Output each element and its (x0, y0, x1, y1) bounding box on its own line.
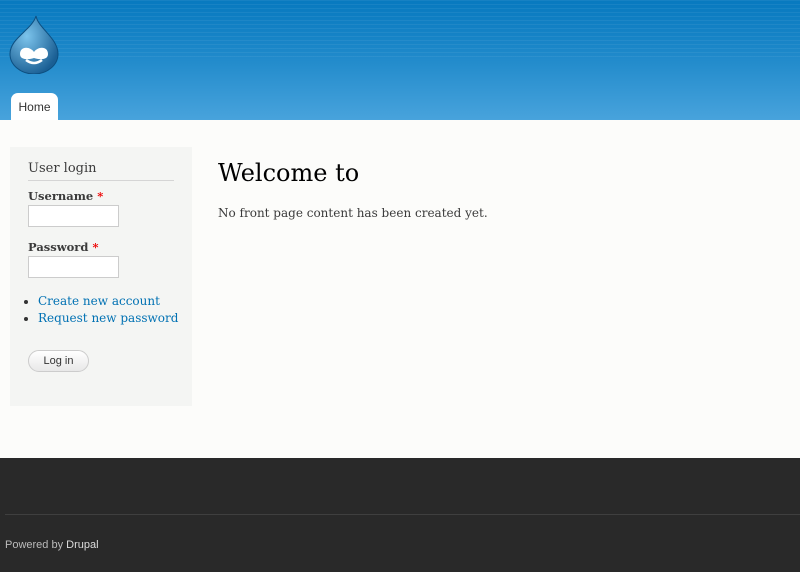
request-password-link[interactable]: Request new password (38, 311, 178, 325)
password-input[interactable] (28, 256, 119, 278)
site-footer: Powered by Drupal (0, 458, 800, 572)
front-page-message: No front page content has been created y… (218, 206, 488, 220)
list-item: Request new password (38, 310, 178, 327)
site-header: Home (0, 0, 800, 120)
block-title: User login (28, 161, 174, 181)
username-label-text: Username (28, 189, 94, 203)
required-mark: * (97, 189, 104, 203)
password-label-text: Password (28, 240, 89, 254)
required-mark: * (92, 240, 99, 254)
list-item: Create new account (38, 293, 178, 310)
username-label: Username * (28, 189, 103, 203)
nav-tab-home[interactable]: Home (11, 93, 58, 120)
password-label: Password * (28, 240, 98, 254)
drupal-logo-icon[interactable] (8, 14, 60, 74)
login-button[interactable]: Log in (28, 350, 89, 372)
powered-by: Powered by Drupal (5, 539, 99, 551)
page-title: Welcome to (218, 159, 360, 187)
drupal-link[interactable]: Drupal (66, 539, 98, 551)
login-links: Create new account Request new password (38, 293, 178, 327)
user-login-block: User login Username * Password * Create … (10, 147, 192, 406)
powered-by-text: Powered by (5, 539, 64, 551)
create-account-link[interactable]: Create new account (38, 294, 160, 308)
footer-divider (5, 514, 800, 515)
username-input[interactable] (28, 205, 119, 227)
